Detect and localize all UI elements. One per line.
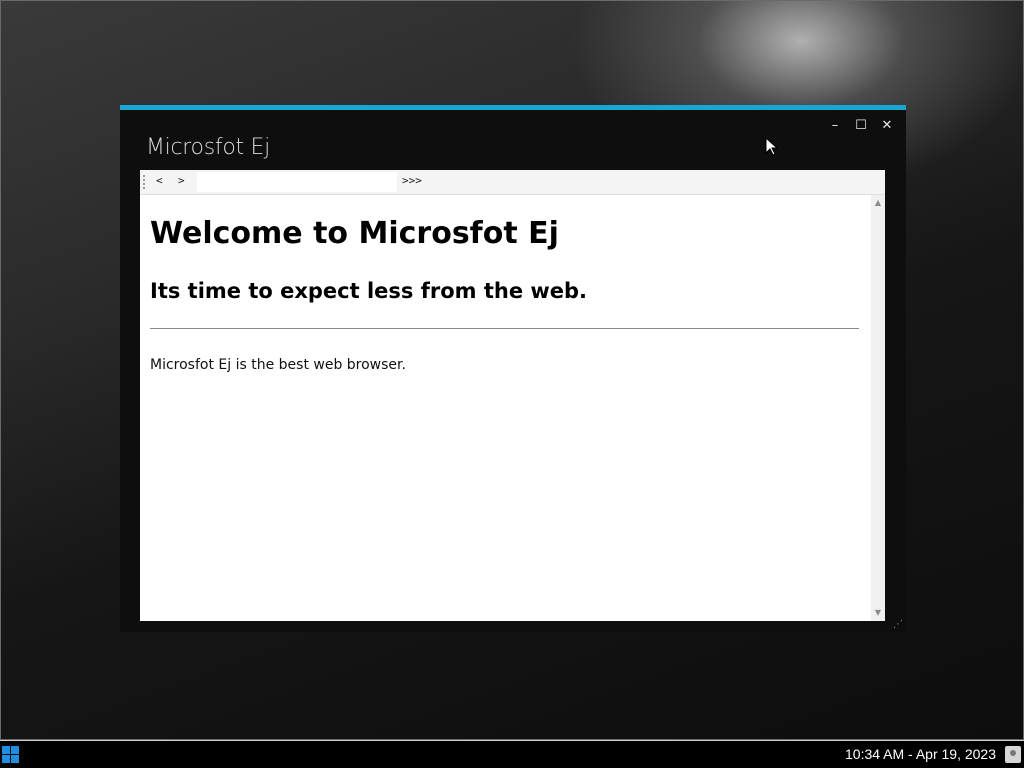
forward-button[interactable]: > [178,173,185,189]
address-bar-input[interactable] [197,172,397,192]
taskbar-clock[interactable]: 10:34 AM - Apr 19, 2023 [845,746,996,762]
desktop: Microsfot Ej – ☐ ✕ < > >>> Welcome to Mi… [0,0,1024,740]
vertical-scrollbar[interactable]: ▲ ▼ [871,195,885,621]
user-icon[interactable] [1005,746,1021,763]
page-subheading: Its time to expect less from the web. [150,279,588,303]
window-title: Microsfot Ej [146,135,270,160]
mouse-cursor-icon [765,137,779,156]
page-heading: Welcome to Microsfot Ej [150,216,559,251]
minimize-button[interactable]: – [826,117,844,135]
web-page-content: Welcome to Microsfot Ej Its time to expe… [140,195,871,621]
scroll-up-arrow-icon[interactable]: ▲ [871,197,885,209]
close-button[interactable]: ✕ [878,117,896,135]
resize-grip-icon[interactable]: ⋰ [893,620,903,630]
taskbar: 10:34 AM - Apr 19, 2023 [0,740,1024,768]
toolbar-grip-icon[interactable] [143,175,147,189]
page-paragraph: Microsfot Ej is the best web browser. [150,357,406,373]
maximize-button[interactable]: ☐ [852,117,870,135]
window-controls: – ☐ ✕ [826,117,896,135]
start-button-windows-icon[interactable] [2,746,19,763]
go-button[interactable]: >>> [402,173,422,189]
browser-window: Microsfot Ej – ☐ ✕ < > >>> Welcome to Mi… [120,105,906,632]
scroll-down-arrow-icon[interactable]: ▼ [871,607,885,619]
browser-toolbar: < > >>> [140,170,885,195]
back-button[interactable]: < [156,173,163,189]
page-divider [150,328,859,329]
